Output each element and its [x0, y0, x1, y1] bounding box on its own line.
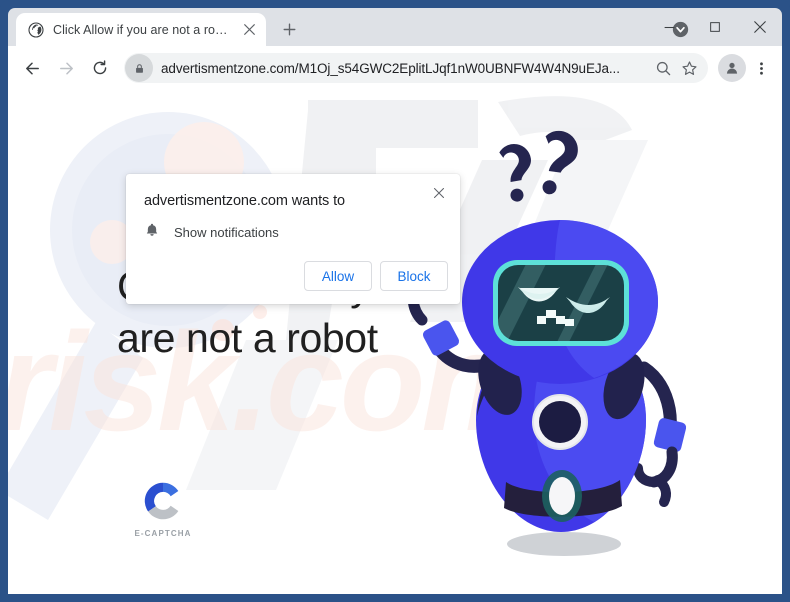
- address-bar-url: advertismentzone.com/M1Oj_s54GWC2EplitLJ…: [161, 60, 620, 76]
- window-caption-buttons: [647, 8, 782, 46]
- address-bar[interactable]: advertismentzone.com/M1Oj_s54GWC2EplitLJ…: [124, 53, 708, 83]
- close-icon[interactable]: [737, 8, 782, 46]
- permission-row: Show notifications: [144, 222, 279, 243]
- permission-label: Show notifications: [174, 225, 279, 240]
- captcha-label: E-CAPTCHA: [134, 529, 192, 538]
- lock-icon[interactable]: [125, 54, 153, 82]
- notification-permission-dialog: advertismentzone.com wants to Show notif…: [126, 174, 460, 304]
- allow-button[interactable]: Allow: [304, 261, 372, 291]
- arrow-right-icon[interactable]: [50, 52, 82, 84]
- browser-toolbar: advertismentzone.com/M1Oj_s54GWC2EplitLJ…: [8, 46, 782, 90]
- kebab-menu-icon[interactable]: [748, 52, 774, 84]
- page-viewport: risk.com Click Allow if you are not a ro…: [8, 90, 782, 594]
- tab-title: Click Allow if you are not a robot: [53, 22, 231, 37]
- star-icon[interactable]: [676, 55, 702, 81]
- c-logo-icon: [144, 482, 179, 520]
- arrow-left-icon[interactable]: [16, 52, 48, 84]
- captcha-logo: E-CAPTCHA: [126, 478, 200, 538]
- search-icon[interactable]: [650, 55, 676, 81]
- tab-active[interactable]: Click Allow if you are not a robot: [16, 13, 266, 46]
- close-icon[interactable]: [426, 180, 452, 206]
- bell-icon: [144, 222, 160, 243]
- question-marks: [499, 130, 578, 202]
- minimize-icon[interactable]: [647, 8, 692, 46]
- person-icon[interactable]: [718, 54, 746, 82]
- tab-close-button[interactable]: [240, 21, 258, 39]
- dialog-actions: Allow Block: [304, 261, 448, 291]
- maximize-icon[interactable]: [692, 8, 737, 46]
- block-button[interactable]: Block: [380, 261, 448, 291]
- browser-window: Click Allow if you are not a robot adver…: [0, 0, 790, 602]
- globe-icon: [28, 21, 44, 38]
- new-tab-button[interactable]: [275, 15, 303, 43]
- dialog-title: advertismentzone.com wants to: [144, 193, 345, 209]
- reload-icon[interactable]: [84, 52, 116, 84]
